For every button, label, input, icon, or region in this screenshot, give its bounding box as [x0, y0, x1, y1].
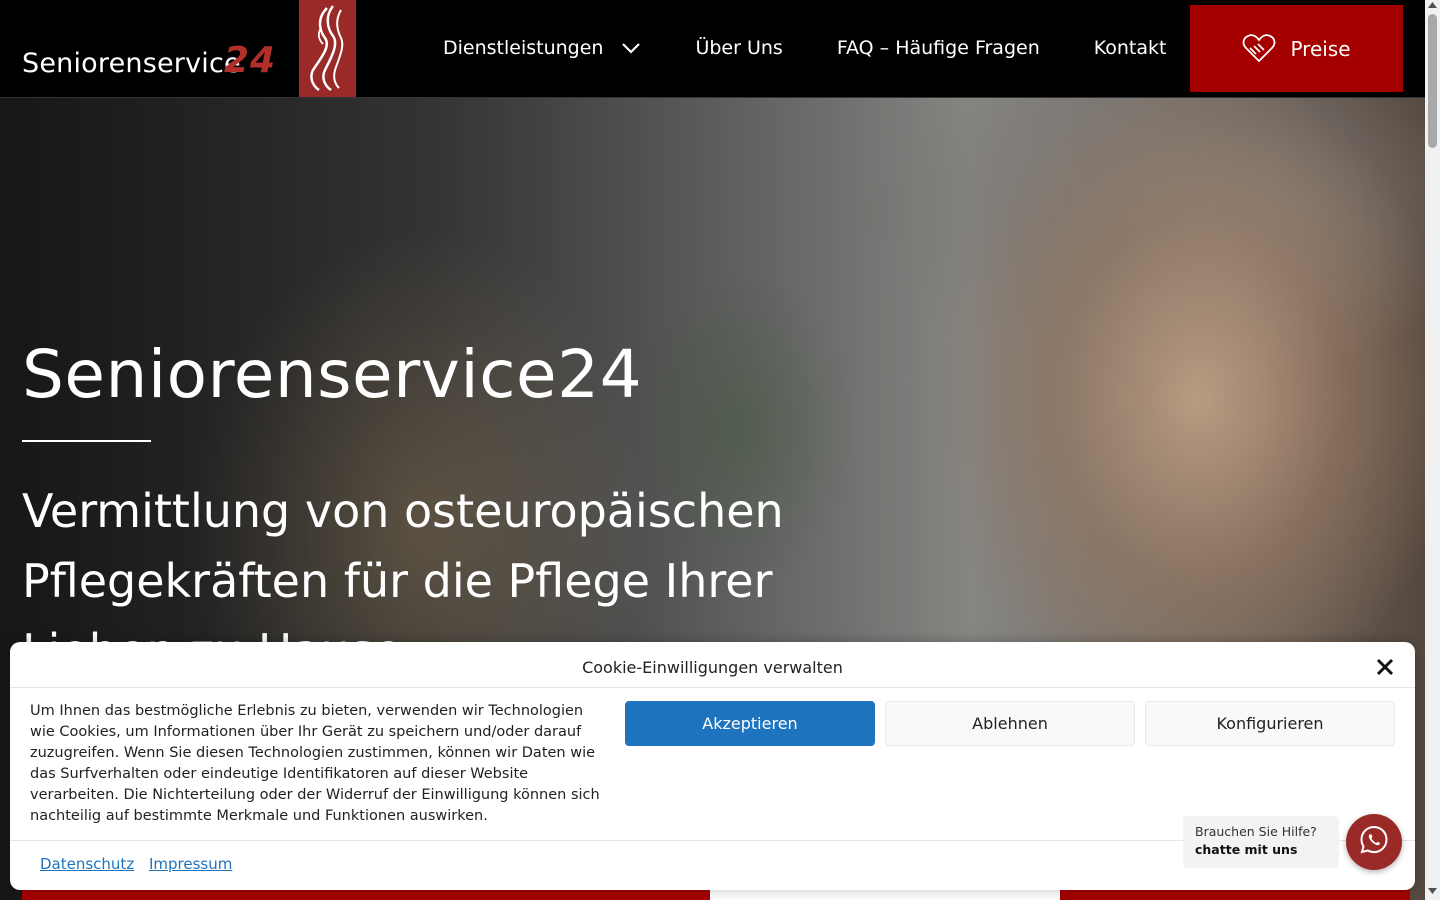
configure-button[interactable]: Konfigurieren: [1145, 701, 1395, 746]
scroll-up-arrow-icon[interactable]: [1425, 2, 1440, 12]
cookie-description: Um Ihnen das bestmögliche Erlebnis zu bi…: [30, 703, 600, 824]
preise-label: Preise: [1290, 36, 1351, 61]
logo-text: Seniorenservice: [22, 48, 241, 79]
divider: [10, 687, 1415, 688]
scroll-down-arrow-icon[interactable]: [1425, 888, 1440, 898]
deny-button[interactable]: Ablehnen: [885, 701, 1135, 746]
nav-item-label: Dienstleistungen: [443, 37, 604, 59]
preise-button[interactable]: Preise: [1190, 5, 1403, 92]
chevron-down-icon: [621, 42, 641, 54]
nav-item-ueber-uns[interactable]: Über Uns: [695, 37, 782, 59]
impressum-link[interactable]: Impressum: [149, 855, 232, 873]
scrollbar-thumb[interactable]: [1428, 14, 1437, 148]
nav-item-label: FAQ – Häufige Fragen: [836, 37, 1040, 59]
nav-item-faq[interactable]: FAQ – Häufige Fragen: [837, 37, 1040, 59]
nav-item-dienstleistungen[interactable]: Dienstleistungen: [443, 37, 641, 59]
close-icon[interactable]: [1374, 656, 1396, 678]
page-scrollbar[interactable]: [1425, 0, 1440, 900]
chat-line-2: chatte mit uns: [1195, 842, 1298, 857]
whatsapp-chat-button[interactable]: [1346, 814, 1402, 870]
chat-help-bubble[interactable]: Brauchen Sie Hilfe? chatte mit uns: [1183, 816, 1339, 868]
cookie-links: Datenschutz Impressum: [40, 855, 242, 873]
hero-divider: [22, 440, 151, 442]
nav-item-kontakt[interactable]: Kontakt: [1094, 37, 1167, 59]
accept-button[interactable]: Akzeptieren: [625, 701, 875, 746]
hero-title: Seniorenservice24: [22, 336, 643, 413]
site-header: Seniorenservice 24 Dienstleistungen Über…: [0, 0, 1425, 98]
logo-mark-icon: [299, 0, 356, 97]
nav-item-label: Kontakt: [1093, 37, 1167, 59]
cookie-dialog-title: Cookie-Einwilligungen verwalten: [582, 658, 843, 677]
handshake-heart-icon: [1242, 33, 1276, 64]
datenschutz-link[interactable]: Datenschutz: [40, 855, 134, 873]
main-nav: Dienstleistungen Über Uns FAQ – Häufige …: [443, 0, 1220, 96]
nav-item-label: Über Uns: [695, 37, 783, 59]
chat-line-1: Brauchen Sie Hilfe?: [1195, 824, 1317, 839]
logo-number: 24: [224, 40, 277, 81]
whatsapp-icon: [1358, 824, 1390, 860]
